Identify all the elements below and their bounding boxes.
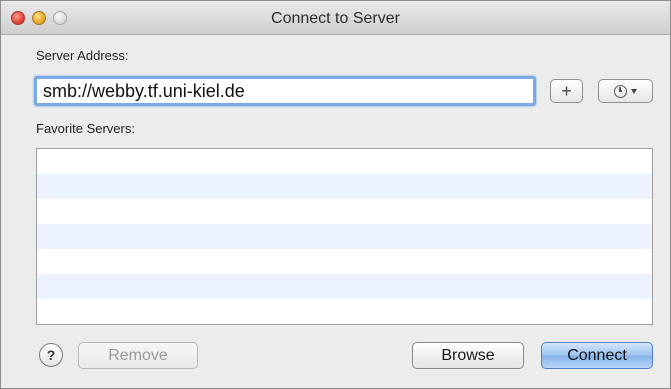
connect-button[interactable]: Connect [541, 342, 653, 369]
plus-icon: + [561, 80, 572, 101]
browse-button[interactable]: Browse [412, 342, 524, 369]
chevron-down-icon [631, 88, 637, 94]
question-mark-icon: ? [46, 347, 56, 363]
recent-servers-button[interactable] [598, 79, 653, 103]
add-favorite-button[interactable]: + [550, 79, 583, 103]
title-bar: Connect to Server [1, 1, 670, 35]
window-title: Connect to Server [271, 10, 400, 27]
remove-button[interactable]: Remove [78, 342, 198, 369]
favorite-servers-list[interactable] [36, 148, 653, 325]
connect-to-server-window: Connect to Server Server Address: + Favo… [0, 0, 671, 389]
help-button[interactable]: ? [39, 343, 63, 367]
favorite-servers-label: Favorite Servers: [36, 121, 135, 136]
server-address-label: Server Address: [36, 48, 129, 63]
clock-icon [614, 84, 627, 98]
server-address-input[interactable] [34, 76, 536, 106]
